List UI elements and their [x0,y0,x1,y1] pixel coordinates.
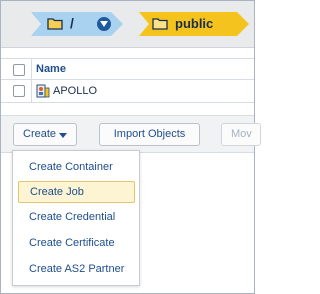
create-button[interactable]: Create [13,123,77,146]
table-header: Name [1,58,254,80]
menu-item-create-as2-partner[interactable]: Create AS2 Partner [18,259,135,281]
caret-down-icon [59,133,67,138]
row-checkbox[interactable] [13,85,25,97]
folder-icon [47,18,63,30]
row-name[interactable]: APOLLO [53,85,97,97]
breadcrumb: / public [1,1,254,48]
select-all-checkbox[interactable] [13,64,25,76]
action-toolbar: Create Import Objects Mov [1,115,261,153]
menu-item-create-container[interactable]: Create Container [18,157,135,179]
breadcrumb-current-label: public [175,16,214,31]
create-menu: Create Container Create Job Create Crede… [12,150,140,286]
table-row[interactable]: APOLLO [1,80,254,103]
column-divider [31,59,32,79]
column-header-name[interactable]: Name [36,63,66,75]
breadcrumb-root[interactable]: / [31,12,123,36]
folder-icon [152,18,168,30]
object-table: Name APOLLO [1,58,254,103]
partner-icon [36,84,50,98]
menu-item-create-certificate[interactable]: Create Certificate [18,233,135,255]
import-objects-button[interactable]: Import Objects [99,123,200,146]
breadcrumb-root-label: / [70,15,74,31]
breadcrumb-current[interactable]: public [139,12,249,36]
chevron-down-icon[interactable] [97,17,111,31]
move-button[interactable]: Mov [221,123,261,146]
menu-item-create-job[interactable]: Create Job [18,181,135,203]
menu-item-create-credential[interactable]: Create Credential [18,207,135,229]
column-divider [31,80,32,102]
create-button-label: Create [23,128,57,140]
